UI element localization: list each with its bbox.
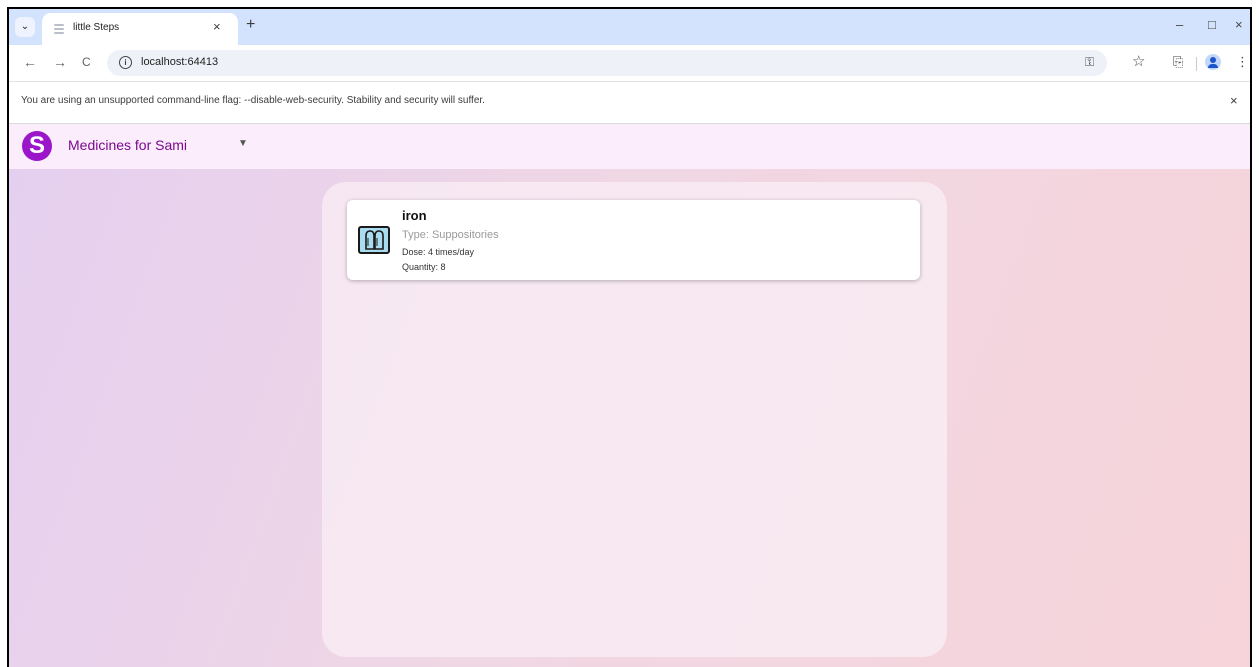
url-text[interactable]: localhost:64413: [141, 56, 218, 68]
tab-strip: ⌄ little Steps × + – □ ×: [9, 9, 1250, 45]
medicine-type: Type: Suppositories: [402, 229, 499, 241]
browser-menu-icon[interactable]: ⋮: [1236, 54, 1249, 70]
tab-little-steps[interactable]: little Steps ×: [42, 13, 238, 45]
new-tab-button[interactable]: +: [246, 16, 255, 34]
medicine-quantity: Quantity: 8: [402, 262, 446, 272]
forward-icon[interactable]: →: [53, 54, 67, 70]
page-favicon-icon: [54, 24, 64, 34]
minimize-button[interactable]: –: [1176, 17, 1183, 32]
back-icon[interactable]: ←: [23, 54, 37, 70]
medicine-list-panel: iron Type: Suppositories Dose: 4 times/d…: [322, 182, 947, 657]
toolbar-separator: [1196, 57, 1197, 71]
browser-window: ⌄ little Steps × + – □ × ← → C i localho…: [7, 7, 1252, 667]
extensions-icon[interactable]: ⎘: [1173, 54, 1183, 70]
infobar-message: You are using an unsupported command-lin…: [21, 95, 485, 106]
tab-title: little Steps: [73, 22, 120, 33]
app-bar: S Medicines for Sami ▼: [9, 124, 1250, 169]
reload-icon[interactable]: C: [82, 55, 91, 69]
password-key-icon[interactable]: ⚿: [1085, 55, 1094, 70]
medicine-name: iron: [402, 208, 427, 223]
address-bar[interactable]: i localhost:64413 ⚿: [107, 50, 1107, 76]
warning-infobar: You are using an unsupported command-lin…: [9, 82, 1250, 124]
page-title[interactable]: Medicines for Sami: [68, 137, 187, 153]
site-info-icon[interactable]: i: [119, 56, 132, 69]
infobar-close-icon[interactable]: ×: [1230, 93, 1238, 108]
profile-avatar-icon[interactable]: [1205, 54, 1221, 70]
dropdown-arrow-icon[interactable]: ▼: [238, 138, 248, 149]
medicine-dose: Dose: 4 times/day: [402, 247, 475, 257]
maximize-button[interactable]: □: [1208, 17, 1216, 32]
suppository-icon: [358, 226, 390, 254]
browser-toolbar: ← → C i localhost:64413 ⚿ ☆ ⎘ ⋮: [9, 45, 1250, 82]
app-viewport: S Medicines for Sami ▼ iron Type: Suppos…: [9, 124, 1250, 667]
tab-close-icon[interactable]: ×: [213, 19, 221, 34]
tab-search-button[interactable]: ⌄: [15, 17, 35, 37]
medicine-card[interactable]: iron Type: Suppositories Dose: 4 times/d…: [347, 200, 920, 280]
close-window-button[interactable]: ×: [1235, 17, 1243, 32]
bookmark-star-icon[interactable]: ☆: [1132, 52, 1145, 70]
app-logo: S: [22, 131, 52, 161]
